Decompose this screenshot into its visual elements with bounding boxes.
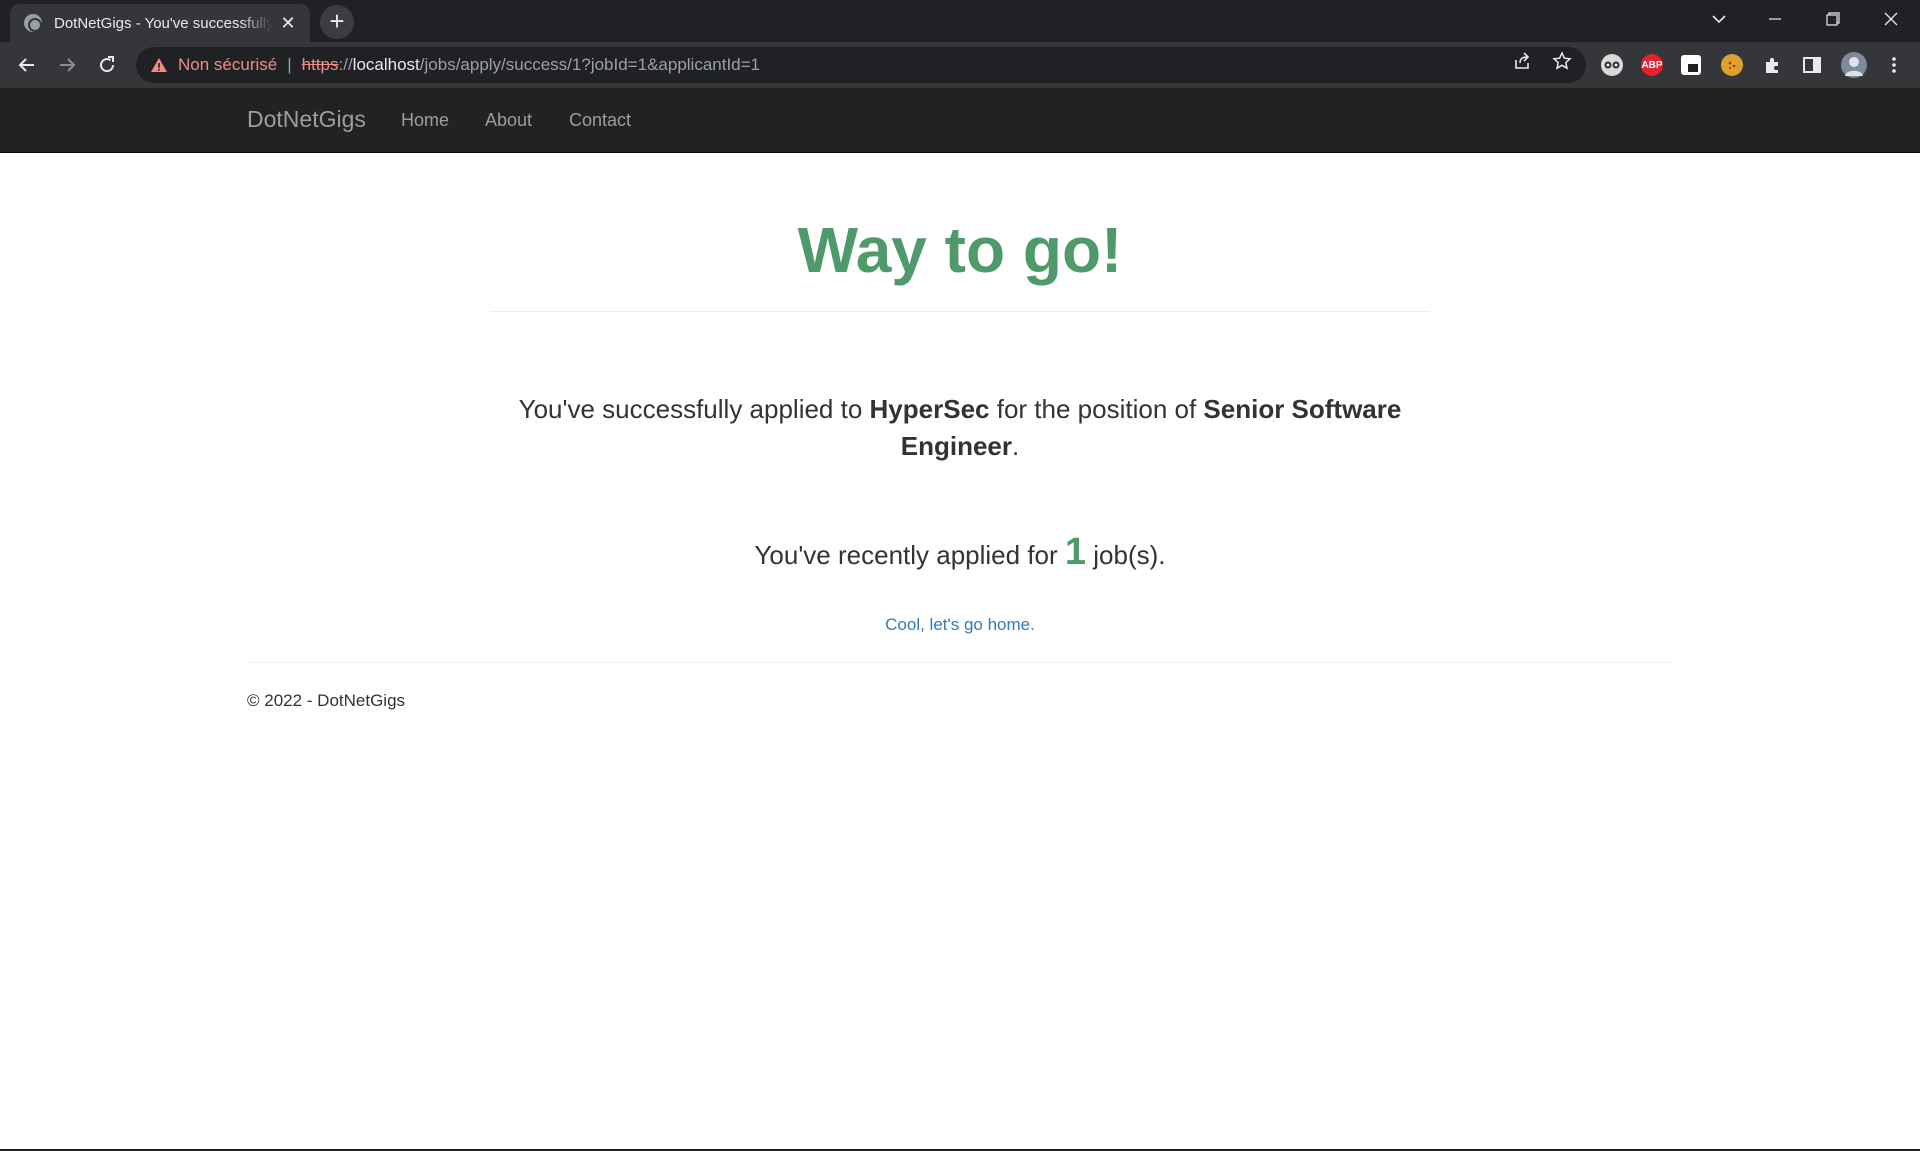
nav-link-contact[interactable]: Contact xyxy=(569,110,631,131)
message-prefix: You've successfully applied to xyxy=(518,394,870,424)
cookie-icon[interactable] xyxy=(1721,54,1743,76)
heading-divider xyxy=(490,311,1430,312)
bookmark-star-icon[interactable] xyxy=(1552,51,1572,71)
url-path: /jobs/apply/success/1?jobId=1&applicantI… xyxy=(419,55,761,74)
warning-icon xyxy=(151,58,167,72)
forward-icon[interactable] xyxy=(52,50,82,80)
footer-copyright: © 2022 - DotNetGigs xyxy=(247,691,406,710)
site-navbar: DotNetGigs Home About Contact xyxy=(0,88,1920,153)
new-tab-button[interactable]: + xyxy=(320,5,354,39)
success-heading: Way to go! xyxy=(797,214,1123,286)
browser-menu-icon[interactable] xyxy=(1883,54,1905,76)
applied-count: 1 xyxy=(1064,531,1087,573)
browser-tabstrip: DotNetGigs - You've successfully applied… xyxy=(0,0,1920,42)
url-scheme-sep: :// xyxy=(338,55,353,74)
extension-square-inner xyxy=(1688,64,1698,72)
back-icon[interactable] xyxy=(12,50,42,80)
nav-link-about[interactable]: About xyxy=(485,110,532,131)
extension-spy-icon[interactable] xyxy=(1601,54,1623,76)
reload-icon[interactable] xyxy=(92,50,122,80)
adblock-plus-icon[interactable]: ABP xyxy=(1641,54,1663,76)
omnibox-separator: | xyxy=(287,55,292,74)
security-label[interactable]: Non sécurisé xyxy=(178,55,277,75)
restore-icon[interactable] xyxy=(1810,0,1856,38)
tab-title: DotNetGigs - You've successfully applied xyxy=(54,14,272,32)
nav-link-home[interactable]: Home xyxy=(401,110,449,131)
count-prefix: You've recently applied for xyxy=(754,540,1065,570)
globe-icon xyxy=(24,14,42,32)
browser-tab[interactable]: DotNetGigs - You've successfully applied… xyxy=(10,4,310,42)
close-window-icon[interactable] xyxy=(1868,0,1914,38)
url-host: localhost xyxy=(352,55,420,74)
tab-close-icon[interactable]: ✕ xyxy=(278,13,298,33)
applied-count-line: You've recently applied for 1 job(s). xyxy=(490,531,1430,574)
extension-square-icon[interactable] xyxy=(1681,55,1701,75)
tab-search-icon[interactable] xyxy=(1696,0,1742,38)
message-suffix: . xyxy=(1012,431,1020,461)
share-icon[interactable] xyxy=(1512,51,1532,71)
url-scheme: https xyxy=(301,55,339,74)
browser-toolbar: Non sécurisé | https://localhost/jobs/ap… xyxy=(0,42,1920,88)
company-name: HyperSec xyxy=(869,394,990,424)
count-suffix: job(s). xyxy=(1086,540,1166,570)
puzzle-extensions-icon[interactable] xyxy=(1761,54,1783,76)
side-panel-icon[interactable] xyxy=(1801,54,1823,76)
message-middle: for the position of xyxy=(989,394,1204,424)
go-home-link[interactable]: Cool, let's go home. xyxy=(490,615,1430,635)
minimize-icon[interactable] xyxy=(1752,0,1798,38)
success-message: You've successfully applied to HyperSec … xyxy=(490,391,1430,465)
footer-divider xyxy=(247,662,1673,663)
navbar-brand[interactable]: DotNetGigs xyxy=(247,106,366,133)
profile-avatar[interactable] xyxy=(1841,52,1867,78)
address-bar[interactable]: Non sécurisé | https://localhost/jobs/ap… xyxy=(136,47,1586,83)
